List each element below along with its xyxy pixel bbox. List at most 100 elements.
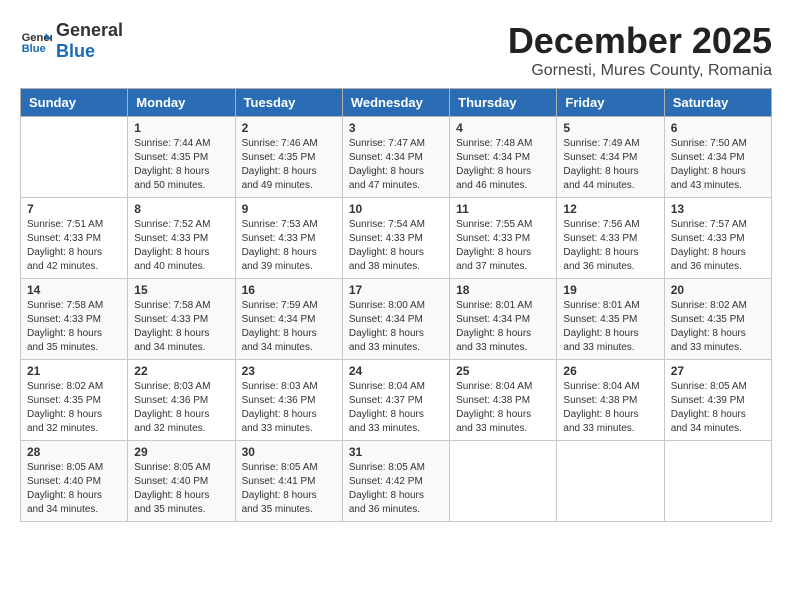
cell-line: Sunset: 4:34 PM — [671, 151, 765, 165]
cell-line: Sunset: 4:33 PM — [242, 232, 336, 246]
calendar-cell: 24Sunrise: 8:04 AMSunset: 4:37 PMDayligh… — [342, 360, 449, 441]
cell-line: Sunrise: 7:57 AM — [671, 218, 765, 232]
cell-line: Sunrise: 8:03 AM — [134, 380, 228, 394]
cell-line: Sunset: 4:34 PM — [349, 313, 443, 327]
day-number: 3 — [349, 121, 443, 135]
cell-line: and 39 minutes. — [242, 260, 336, 274]
calendar-cell: 22Sunrise: 8:03 AMSunset: 4:36 PMDayligh… — [128, 360, 235, 441]
cell-line: and 47 minutes. — [349, 179, 443, 193]
cell-line: Sunset: 4:34 PM — [349, 151, 443, 165]
cell-line: and 37 minutes. — [456, 260, 550, 274]
calendar-cell: 21Sunrise: 8:02 AMSunset: 4:35 PMDayligh… — [21, 360, 128, 441]
cell-line: Daylight: 8 hours — [27, 489, 121, 503]
calendar-cell: 1Sunrise: 7:44 AMSunset: 4:35 PMDaylight… — [128, 117, 235, 198]
calendar-table: SundayMondayTuesdayWednesdayThursdayFrid… — [20, 88, 772, 522]
cell-line: and 34 minutes. — [671, 422, 765, 436]
day-number: 20 — [671, 283, 765, 297]
cell-line: Sunset: 4:36 PM — [134, 394, 228, 408]
day-header-monday: Monday — [128, 89, 235, 117]
cell-line: and 34 minutes. — [242, 341, 336, 355]
cell-line: Sunrise: 8:00 AM — [349, 299, 443, 313]
calendar-cell: 25Sunrise: 8:04 AMSunset: 4:38 PMDayligh… — [450, 360, 557, 441]
calendar-cell: 31Sunrise: 8:05 AMSunset: 4:42 PMDayligh… — [342, 441, 449, 522]
cell-line: Daylight: 8 hours — [134, 327, 228, 341]
cell-line: and 44 minutes. — [563, 179, 657, 193]
cell-line: Sunset: 4:41 PM — [242, 475, 336, 489]
day-number: 23 — [242, 364, 336, 378]
cell-line: and 35 minutes. — [134, 503, 228, 517]
logo-general-text: General — [56, 20, 123, 40]
cell-line: Sunrise: 7:58 AM — [134, 299, 228, 313]
cell-line: Sunset: 4:35 PM — [242, 151, 336, 165]
cell-line: and 35 minutes. — [242, 503, 336, 517]
cell-line: and 33 minutes. — [456, 341, 550, 355]
cell-line: Sunset: 4:37 PM — [349, 394, 443, 408]
calendar-cell — [450, 441, 557, 522]
day-number: 9 — [242, 202, 336, 216]
cell-line: Sunset: 4:35 PM — [134, 151, 228, 165]
cell-line: Sunrise: 7:51 AM — [27, 218, 121, 232]
cell-line: Daylight: 8 hours — [671, 408, 765, 422]
cell-line: and 33 minutes. — [349, 422, 443, 436]
cell-line: and 34 minutes. — [134, 341, 228, 355]
calendar-cell: 3Sunrise: 7:47 AMSunset: 4:34 PMDaylight… — [342, 117, 449, 198]
cell-line: Daylight: 8 hours — [349, 408, 443, 422]
day-number: 28 — [27, 445, 121, 459]
calendar-cell: 13Sunrise: 7:57 AMSunset: 4:33 PMDayligh… — [664, 198, 771, 279]
cell-line: Daylight: 8 hours — [27, 246, 121, 260]
cell-line: Sunset: 4:36 PM — [242, 394, 336, 408]
day-number: 10 — [349, 202, 443, 216]
cell-line: Daylight: 8 hours — [242, 246, 336, 260]
cell-line: and 49 minutes. — [242, 179, 336, 193]
calendar-cell: 29Sunrise: 8:05 AMSunset: 4:40 PMDayligh… — [128, 441, 235, 522]
cell-line: Sunset: 4:40 PM — [27, 475, 121, 489]
calendar-cell: 10Sunrise: 7:54 AMSunset: 4:33 PMDayligh… — [342, 198, 449, 279]
cell-line: Daylight: 8 hours — [242, 165, 336, 179]
day-number: 29 — [134, 445, 228, 459]
calendar-cell: 11Sunrise: 7:55 AMSunset: 4:33 PMDayligh… — [450, 198, 557, 279]
day-number: 8 — [134, 202, 228, 216]
cell-line: Daylight: 8 hours — [563, 246, 657, 260]
cell-line: Sunrise: 7:48 AM — [456, 137, 550, 151]
cell-line: and 36 minutes. — [671, 260, 765, 274]
cell-line: Sunset: 4:33 PM — [349, 232, 443, 246]
cell-line: and 43 minutes. — [671, 179, 765, 193]
cell-line: Daylight: 8 hours — [134, 408, 228, 422]
cell-line: Daylight: 8 hours — [27, 408, 121, 422]
day-number: 1 — [134, 121, 228, 135]
day-number: 18 — [456, 283, 550, 297]
cell-line: Sunrise: 8:02 AM — [27, 380, 121, 394]
cell-line: Sunset: 4:33 PM — [134, 313, 228, 327]
calendar-cell: 12Sunrise: 7:56 AMSunset: 4:33 PMDayligh… — [557, 198, 664, 279]
cell-line: Sunrise: 7:49 AM — [563, 137, 657, 151]
day-number: 11 — [456, 202, 550, 216]
cell-line: and 46 minutes. — [456, 179, 550, 193]
calendar-cell: 5Sunrise: 7:49 AMSunset: 4:34 PMDaylight… — [557, 117, 664, 198]
cell-line: Daylight: 8 hours — [349, 489, 443, 503]
cell-line: Sunset: 4:33 PM — [563, 232, 657, 246]
cell-line: Daylight: 8 hours — [242, 489, 336, 503]
cell-line: Sunrise: 7:58 AM — [27, 299, 121, 313]
cell-line: Daylight: 8 hours — [349, 246, 443, 260]
cell-line: Daylight: 8 hours — [671, 246, 765, 260]
calendar-cell: 9 Sunrise: 7:53 AMSunset: 4:33 PMDaylight… — [235, 198, 342, 279]
calendar-cell: 27Sunrise: 8:05 AMSunset: 4:39 PMDayligh… — [664, 360, 771, 441]
day-number: 26 — [563, 364, 657, 378]
cell-line: Sunset: 4:39 PM — [671, 394, 765, 408]
cell-line: and 33 minutes. — [671, 341, 765, 355]
cell-line: Sunset: 4:35 PM — [563, 313, 657, 327]
calendar-cell: 15Sunrise: 7:58 AMSunset: 4:33 PMDayligh… — [128, 279, 235, 360]
cell-line: Sunset: 4:33 PM — [134, 232, 228, 246]
day-header-tuesday: Tuesday — [235, 89, 342, 117]
cell-line: Sunset: 4:38 PM — [563, 394, 657, 408]
cell-line: Sunset: 4:33 PM — [456, 232, 550, 246]
calendar-cell — [21, 117, 128, 198]
day-number: 14 — [27, 283, 121, 297]
cell-line: Sunrise: 8:05 AM — [671, 380, 765, 394]
day-header-friday: Friday — [557, 89, 664, 117]
header-row: SundayMondayTuesdayWednesdayThursdayFrid… — [21, 89, 772, 117]
week-row-1: 1Sunrise: 7:44 AMSunset: 4:35 PMDaylight… — [21, 117, 772, 198]
cell-line: Sunrise: 7:53 AM — [242, 218, 336, 232]
page-header: General Blue General Blue December 2025 … — [20, 20, 772, 80]
cell-line: and 32 minutes. — [27, 422, 121, 436]
